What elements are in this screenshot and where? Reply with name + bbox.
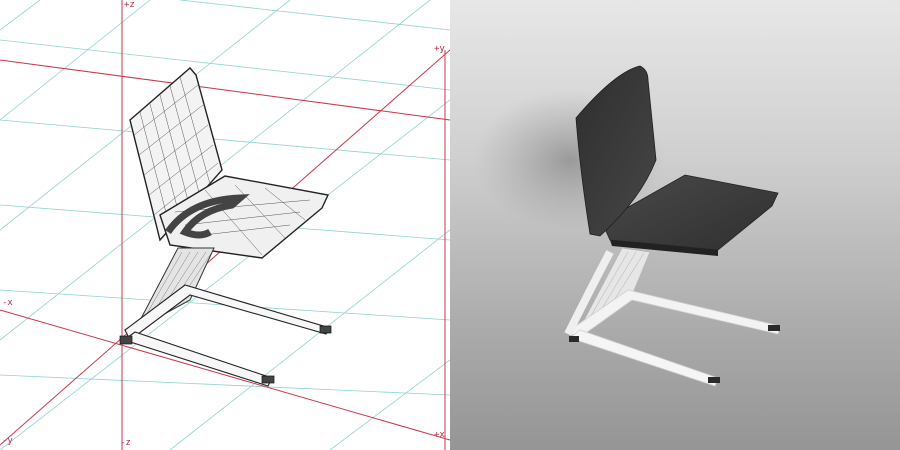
chair-wireframe[interactable] — [119, 67, 332, 387]
axis-label-plus-z: +z — [124, 0, 135, 10]
comparison-screen: +z +y -x -z -y +x — [0, 0, 900, 450]
axis-label-minus-z: -z — [120, 438, 131, 448]
render-canvas — [475, 65, 781, 387]
axis-label-plus-y: +y — [434, 44, 445, 54]
render-viewport[interactable] — [450, 0, 900, 450]
wireframe-viewport[interactable]: +z +y -x -z -y +x — [0, 0, 450, 450]
chair-rendered[interactable] — [564, 65, 781, 387]
axis-label-plus-x: +x — [434, 430, 445, 440]
axis-label-minus-x: -x — [2, 298, 13, 308]
axis-label-minus-y: -y — [2, 436, 13, 446]
wireframe-canvas — [0, 0, 450, 450]
